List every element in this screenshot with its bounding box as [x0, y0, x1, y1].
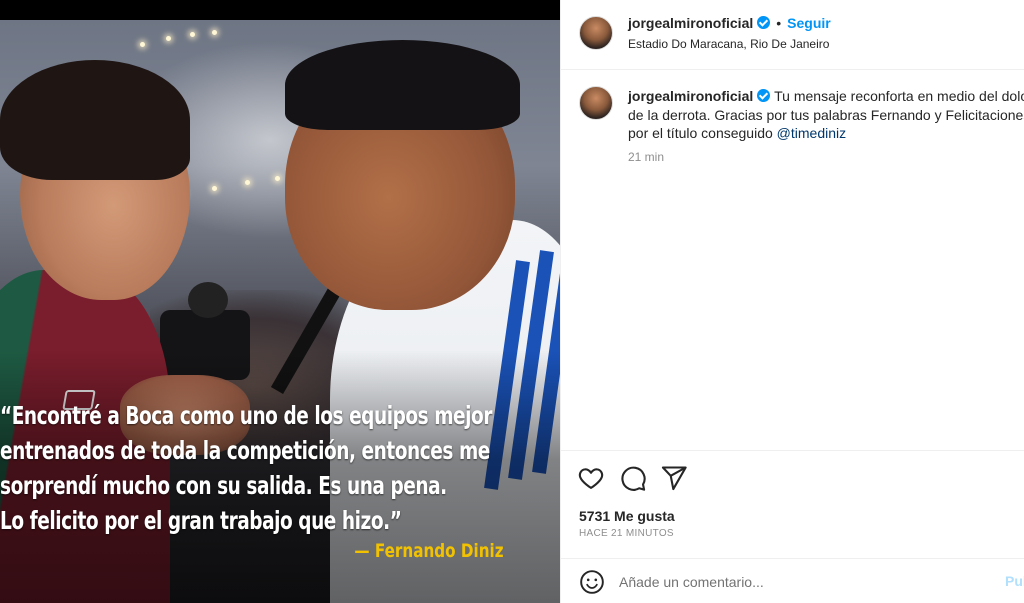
mention-link[interactable]: @timediniz	[777, 125, 846, 141]
quote-line: entrenados de toda la competición, enton…	[0, 436, 490, 465]
add-comment-input[interactable]	[619, 571, 979, 593]
caption-timestamp: 21 min	[628, 150, 665, 164]
verified-badge-icon	[757, 16, 771, 29]
header-line: jorgealmironoficial • Seguir	[628, 15, 831, 33]
actions-divider	[561, 450, 1024, 451]
post-header: jorgealmironoficial • Seguir Estadio Do Ma…	[561, 0, 1024, 70]
post-panel: jorgealmironoficial • Seguir Estadio Do Ma…	[560, 0, 1024, 603]
caption-line: de la derrota. Gracias por tus palabras …	[628, 106, 1024, 123]
quote-line: sorprendí mucho con su salida. Es una pe…	[0, 471, 447, 500]
quote-author: — Fernando Diniz	[354, 540, 504, 562]
quote-text: “Encontré a Boca como uno de los equipos…	[0, 398, 492, 538]
emoji-icon[interactable]	[579, 569, 605, 595]
post-time: HACE 21 MINUTOS	[579, 528, 674, 539]
username-link[interactable]: jorgealmironoficial	[628, 15, 753, 31]
quote-line: “Encontré a Boca como uno de los equipos…	[0, 401, 493, 430]
caption-username-link[interactable]: jorgealmironoficial	[628, 88, 753, 104]
left-player-hair	[0, 60, 190, 180]
right-coach-hair	[285, 40, 520, 130]
share-icon[interactable]	[660, 464, 688, 492]
caption-line: por el título conseguido	[628, 125, 773, 141]
add-comment-bar: Publicar	[561, 558, 1024, 603]
post-media: “Encontré a Boca como uno de los equipos…	[0, 0, 560, 603]
location-link[interactable]: Estadio Do Maracana, Rio De Janeiro	[628, 37, 829, 51]
publish-button[interactable]: Publicar	[1005, 573, 1024, 589]
quote-line: Lo felicito por el gran trabajo que hizo…	[0, 506, 402, 535]
separator-dot: •	[776, 15, 782, 31]
media-top-bar	[0, 0, 560, 20]
verified-badge-icon	[757, 89, 771, 102]
likes-count[interactable]: 5731 Me gusta	[579, 508, 675, 524]
caption-line: Tu mensaje reconforta en medio del dolor	[774, 88, 1024, 104]
caption-text: jorgealmironoficial Tu mensaje reconfort…	[628, 87, 1024, 143]
caption-avatar[interactable]	[579, 86, 613, 120]
follow-button[interactable]: Seguir	[787, 15, 831, 31]
avatar[interactable]	[579, 16, 613, 50]
comment-icon[interactable]	[619, 464, 647, 492]
heart-icon[interactable]	[577, 464, 605, 492]
